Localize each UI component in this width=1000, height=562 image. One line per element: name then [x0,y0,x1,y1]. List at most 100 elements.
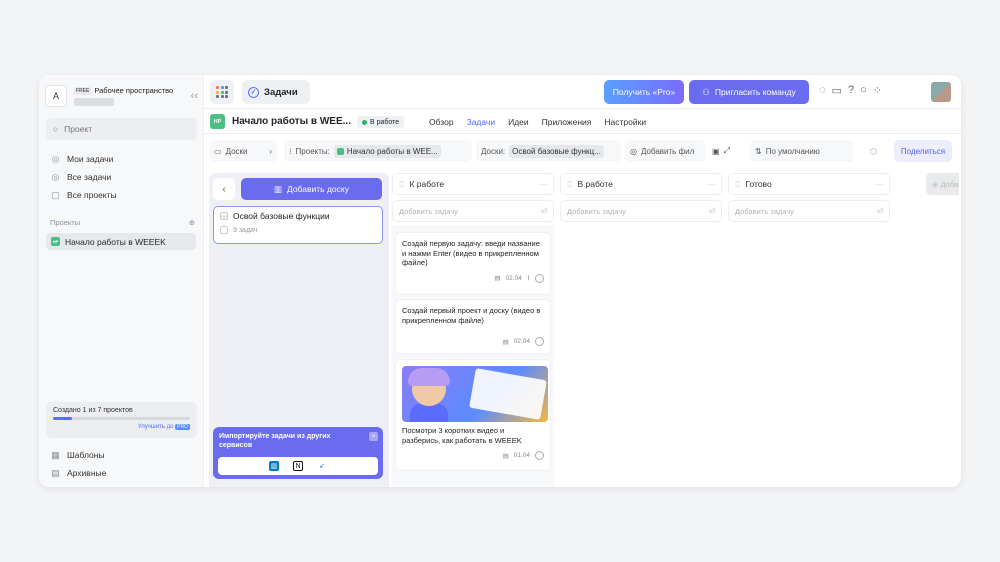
nav-templates[interactable]: ▦ Шаблоны [46,447,197,463]
projects-filter[interactable]: ⁝ Проекты: Начало работы в WEE... [284,140,472,162]
task-card[interactable]: Посмотри 3 коротких видео и разберись, к… [395,359,551,471]
app-window: A FREE Рабочее пространство ‹‹ ○ Проект … [39,75,961,487]
nav-archive[interactable]: ▤ Архивные [46,465,197,481]
complete-checkbox[interactable] [535,273,544,283]
search-icon: ○ [53,124,59,134]
upgrade-text: Улучшить до [137,424,174,430]
add-task-placeholder: Добавить задачу [735,206,794,216]
character-body [410,404,448,422]
task-date: 01.04 [513,452,530,459]
jira-icon[interactable]: ➹ [317,461,327,471]
drag-handle-icon[interactable]: ⁞⁞ [399,180,403,189]
project-search-input[interactable]: ○ Проект [46,118,197,140]
calendar-icon: ▤ [502,338,509,346]
plan-badge: FREE [74,86,92,95]
import-text: Импортируйте задачи из других сервисов [219,433,331,449]
task-title: Посмотри 3 коротких видео и разберись, к… [402,426,522,445]
share-button[interactable]: Поделиться [894,140,952,162]
tab-settings[interactable]: Настройки [604,117,646,127]
section-tasks[interactable]: ✓ Задачи [242,80,310,104]
workspace-title: Рабочее пространство [94,86,174,95]
upgrade-link[interactable]: Улучшить до PRO [53,424,190,430]
tab-tasks[interactable]: Задачи [467,117,496,127]
project-mini-badge [336,147,344,155]
character-hat [408,368,450,386]
task-footer: ▤ 01.04 [402,451,544,460]
add-task-input[interactable]: Добавить задачу ⏎ [728,200,890,222]
search-icon[interactable]: ○ [860,84,867,97]
help-icon[interactable]: ? [848,84,854,97]
boards-filter-value: Освой базовые функц... [509,144,604,158]
user-avatar[interactable] [931,82,951,102]
apps-menu-button[interactable] [210,80,234,104]
project-title[interactable]: Начало работы в WEE... [232,116,351,127]
save-view-icon[interactable]: ▣ [712,147,720,156]
add-filter-button[interactable]: ◎ Добавить фил [625,140,705,162]
more-icon[interactable]: ··· [539,180,547,189]
boards-toggle[interactable]: ▭ Доски › [209,140,277,162]
sort-select[interactable]: ⇅ По умолчанию [750,140,854,162]
complete-checkbox[interactable] [535,451,544,460]
workspace-name-redacted [74,98,114,106]
tab-ideas[interactable]: Идеи [508,117,529,127]
add-task-input[interactable]: Добавить задачу ⏎ [392,200,554,222]
more-icon[interactable]: ··· [875,180,883,189]
attachment-icon: ⌇ [526,275,530,282]
nav-label: Все проекты [67,190,117,200]
calendar-icon: ▤ [502,452,509,460]
workspace-info: FREE Рабочее пространство [74,86,191,106]
column-header[interactable]: ⁞⁞ В работе ··· [560,173,722,195]
collapse-sidebar-icon[interactable]: ‹‹ [191,90,198,102]
sort-label: По умолчанию [765,146,820,156]
nav-all-projects[interactable]: ▢ Все проекты [46,187,197,203]
workspace-switcher[interactable]: A FREE Рабочее пространство ‹‹ [45,82,198,110]
pro-badge: PRO [175,424,190,430]
column-header[interactable]: ⁞⁞ Готово ··· [728,173,890,195]
sidebar: A FREE Рабочее пространство ‹‹ ○ Проект … [39,75,204,487]
trello-icon[interactable]: ▥ [269,461,279,471]
get-pro-button[interactable]: Получить «Pro» [604,80,684,104]
notifications-icon[interactable]: ◌ [819,84,826,97]
project-quota: Создано 1 из 7 проектов Улучшить до PRO [46,402,197,438]
add-board-button[interactable]: ▥ Добавить доску [241,178,382,200]
task-card[interactable]: Создай первую задачу: введи название и н… [395,232,551,295]
tab-overview[interactable]: Обзор [429,117,454,127]
status-badge[interactable]: В работе [357,116,405,128]
enter-icon: ⏎ [540,206,547,216]
invite-label: Пригласить команду [714,87,796,97]
notion-icon[interactable]: N [293,461,303,471]
back-button[interactable]: ‹ [213,178,235,200]
add-task-input[interactable]: Добавить задачу ⏎ [560,200,722,222]
complete-checkbox[interactable] [535,337,544,346]
nav-my-tasks[interactable]: ◎ Мои задачи [46,151,197,167]
calendar-icon: ▭ [214,146,222,156]
add-filter-label: Добавить фил [640,146,695,156]
add-icon: ⊕ [932,179,939,189]
invite-team-button[interactable]: ⚇ Пригласить команду [689,80,809,104]
task-card[interactable]: Создай первый проект и доску (видео в пр… [395,299,551,354]
add-task-placeholder: Добавить задачу [399,206,458,216]
board-item[interactable]: ОБ Освой базовые функции 9 задач [213,206,383,244]
drag-handle-icon[interactable]: ⁞⁞ [735,180,739,189]
add-project-icon[interactable]: ⊕ [189,218,195,227]
nav-label: Мои задачи [67,154,114,164]
nav-all-tasks[interactable]: ◎ Все задачи [46,169,197,185]
boards-panel: ‹ ▥ Добавить доску ОБ Освой базовые функ… [209,173,389,487]
boards-toggle-label: Доски [225,146,248,156]
column-header[interactable]: ⁞⁞ К работе ··· [392,173,554,195]
drag-handle-icon[interactable]: ⁞⁞ [567,180,571,189]
sidebar-item-project[interactable]: НР Начало работы в WEEEK [46,233,196,250]
tab-apps[interactable]: Приложения [542,117,592,127]
settings-gear-icon[interactable]: ⬡ [865,140,885,162]
add-column-button[interactable]: ⊕ Добавить к [926,173,959,195]
task-date: 02.04 [505,274,522,282]
folder-icon[interactable]: ▭ [832,84,842,97]
boards-filter[interactable]: Доски: Освой базовые функц... [476,140,621,162]
close-icon[interactable]: × [369,432,378,441]
chevron-left-icon: ‹ [222,183,226,195]
expand-icon[interactable]: ⤢ [724,146,730,156]
more-icon[interactable]: ··· [707,180,715,189]
project-label: Начало работы в WEEEK [65,236,166,247]
project-header: НР Начало работы в WEE... В работе Обзор… [204,109,961,134]
more-grid-icon[interactable]: ⁘ [873,84,882,97]
